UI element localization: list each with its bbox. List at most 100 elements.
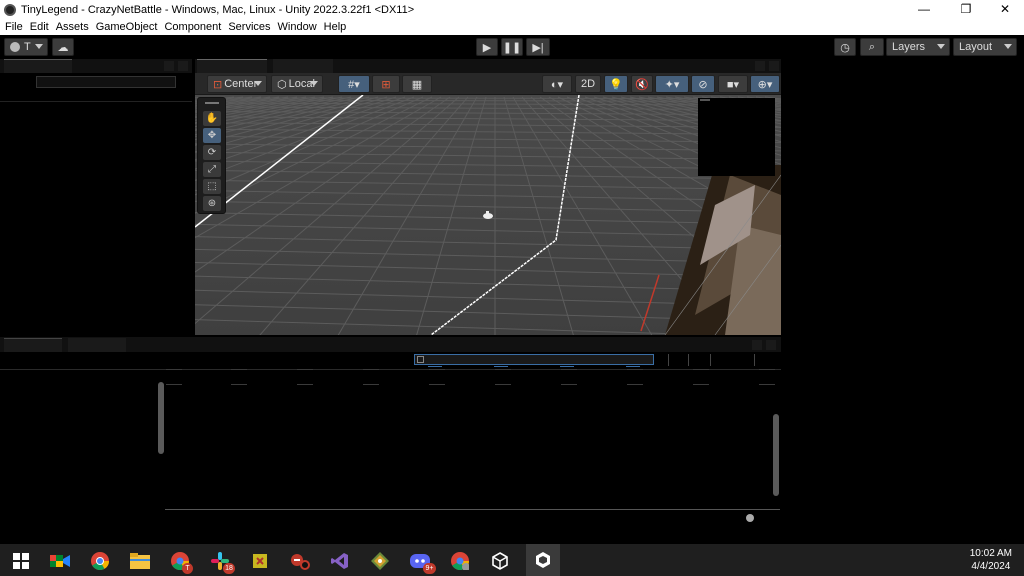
system-clock[interactable]: 10:02 AM 4/4/2024 xyxy=(970,547,1012,573)
snipping-tool-icon[interactable] xyxy=(289,550,311,572)
menu-services[interactable]: Services xyxy=(228,21,270,33)
lighting-toggle-button[interactable]: 💡 xyxy=(604,75,628,93)
tab-hierarchy[interactable] xyxy=(4,59,72,73)
play-button[interactable]: ▶ xyxy=(476,38,498,56)
grid-visibility-icon: ▦ xyxy=(412,78,422,91)
effects-icon: ✦▾ xyxy=(665,78,680,91)
draw-mode-button[interactable]: ◐▾ xyxy=(542,75,572,93)
hierarchy-tabbar xyxy=(0,59,192,73)
windows-start-icon[interactable] xyxy=(10,550,32,572)
project-header-divider xyxy=(0,369,781,370)
search-tab-indicator xyxy=(626,366,640,367)
scene-tab-lock-icon[interactable] xyxy=(755,61,765,71)
windows-taskbar: T 18 9+ 10:02 AM xyxy=(0,544,1024,576)
search-tab-indicator xyxy=(428,366,442,367)
account-dropdown[interactable]: T xyxy=(4,38,48,56)
menu-assets[interactable]: Assets xyxy=(56,21,89,33)
icon-size-slider-handle[interactable] xyxy=(746,514,754,522)
audio-toggle-button[interactable]: 🔇 xyxy=(631,75,653,93)
snap-increment-button[interactable]: ⊞ xyxy=(372,75,400,93)
hierarchy-menu-icon[interactable] xyxy=(178,61,188,71)
layout-dropdown[interactable]: Layout xyxy=(953,38,1017,56)
scene-tab-menu-icon[interactable] xyxy=(769,61,779,71)
tab-game[interactable] xyxy=(273,59,333,73)
menu-file[interactable]: File xyxy=(5,21,23,33)
window-titlebar: TinyLegend - CrazyNetBattle - Windows, M… xyxy=(0,0,1024,19)
step-button[interactable]: ▶| xyxy=(526,38,550,56)
camera-settings-button[interactable]: ■▾ xyxy=(718,75,748,93)
slack-badge: 18 xyxy=(223,563,235,574)
space-dropdown[interactable]: ⬡ Local xyxy=(271,75,323,93)
2d-toggle-button[interactable]: 2D xyxy=(575,75,601,93)
hand-tool-button[interactable]: ✋ xyxy=(203,111,221,126)
rotate-tool-button[interactable]: ⟳ xyxy=(203,145,221,160)
project-menu-icon[interactable] xyxy=(766,340,776,350)
chrome-alt-profile-icon[interactable] xyxy=(449,550,471,572)
tab-console[interactable] xyxy=(68,338,126,352)
hierarchy-lock-icon[interactable] xyxy=(164,61,174,71)
hand-icon: ✋ xyxy=(206,113,218,124)
project-assets-scrollbar[interactable] xyxy=(773,414,779,496)
project-folder-scrollbar[interactable] xyxy=(158,382,164,454)
effects-dropdown-button[interactable]: ✦▾ xyxy=(655,75,689,93)
asset-placeholder-line xyxy=(495,384,511,385)
asset-placeholder-line xyxy=(231,369,247,370)
pivot-dropdown[interactable]: ⊡ Center xyxy=(207,75,267,93)
move-tool-button[interactable]: ✥ xyxy=(203,128,221,143)
menu-component[interactable]: Component xyxy=(164,21,221,33)
palette-drag-handle[interactable] xyxy=(205,102,219,104)
grid-icon: #▾ xyxy=(348,78,360,91)
layers-dropdown[interactable]: Layers xyxy=(886,38,950,56)
asset-placeholder-line xyxy=(297,369,313,370)
chrome-profile-icon[interactable]: T xyxy=(169,550,191,572)
asset-placeholder-line xyxy=(363,384,379,385)
menu-edit[interactable]: Edit xyxy=(30,21,49,33)
light-bulb-icon: 💡 xyxy=(609,78,623,91)
close-button[interactable]: ✕ xyxy=(985,0,1024,19)
project-search-input[interactable] xyxy=(414,354,654,365)
asset-placeholder-line xyxy=(429,384,445,385)
tab-scene[interactable] xyxy=(197,59,267,73)
search-button[interactable]: ⌕ xyxy=(860,38,884,56)
gizmos-dropdown-button[interactable]: ⊕▾ xyxy=(750,75,780,93)
pause-button[interactable]: ❚❚ xyxy=(501,38,523,56)
camera-preview-window[interactable] xyxy=(698,98,775,176)
git-client-icon[interactable] xyxy=(369,550,391,572)
menu-gameobject[interactable]: GameObject xyxy=(96,21,158,33)
asset-placeholder-line xyxy=(627,384,643,385)
search-tab-indicator xyxy=(494,366,508,367)
maximize-button[interactable]: ❐ xyxy=(946,0,986,19)
asset-placeholder-line xyxy=(166,369,182,370)
menu-help[interactable]: Help xyxy=(324,21,347,33)
scene-visibility-button[interactable]: ⊘ xyxy=(691,75,715,93)
move-arrows-icon: ✥ xyxy=(208,130,216,141)
unity-hub-icon[interactable] xyxy=(489,550,511,572)
chrome-icon[interactable] xyxy=(89,550,111,572)
discord-icon[interactable]: 9+ xyxy=(409,550,431,572)
hierarchy-divider xyxy=(0,101,192,102)
audio-icon: 🔇 xyxy=(635,78,649,91)
asset-placeholder-line xyxy=(166,384,182,385)
meet-app-icon[interactable] xyxy=(49,550,71,572)
pivot-label: Center xyxy=(224,78,257,90)
project-lock-icon[interactable] xyxy=(752,340,762,350)
grid-visibility-button[interactable]: ▦ xyxy=(402,75,432,93)
menu-window[interactable]: Window xyxy=(278,21,317,33)
cloud-button[interactable]: ☁ xyxy=(52,38,74,56)
visual-studio-icon[interactable] xyxy=(329,550,351,572)
rotate-icon: ⟳ xyxy=(208,147,216,158)
unity-editor-taskbar-icon[interactable] xyxy=(526,544,560,576)
slack-icon[interactable]: 18 xyxy=(209,550,231,572)
hierarchy-search-input[interactable] xyxy=(36,76,176,88)
sticky-notes-icon[interactable] xyxy=(249,550,271,572)
grid-snap-button[interactable]: #▾ xyxy=(338,75,370,93)
tab-project[interactable] xyxy=(4,338,62,352)
history-button[interactable]: ◷ xyxy=(834,38,856,56)
scale-tool-button[interactable]: ⤢ xyxy=(203,162,221,177)
transform-tool-button[interactable]: ⊛ xyxy=(203,196,221,211)
rect-tool-button[interactable]: ⬚ xyxy=(203,179,221,194)
file-explorer-icon[interactable] xyxy=(129,550,151,572)
minimize-button[interactable]: — xyxy=(904,0,944,19)
main-toolbar: T ☁ ▶ ❚❚ ▶| ◷ ⌕ Layers Layout xyxy=(0,35,1024,59)
scene-viewport[interactable] xyxy=(195,95,781,335)
